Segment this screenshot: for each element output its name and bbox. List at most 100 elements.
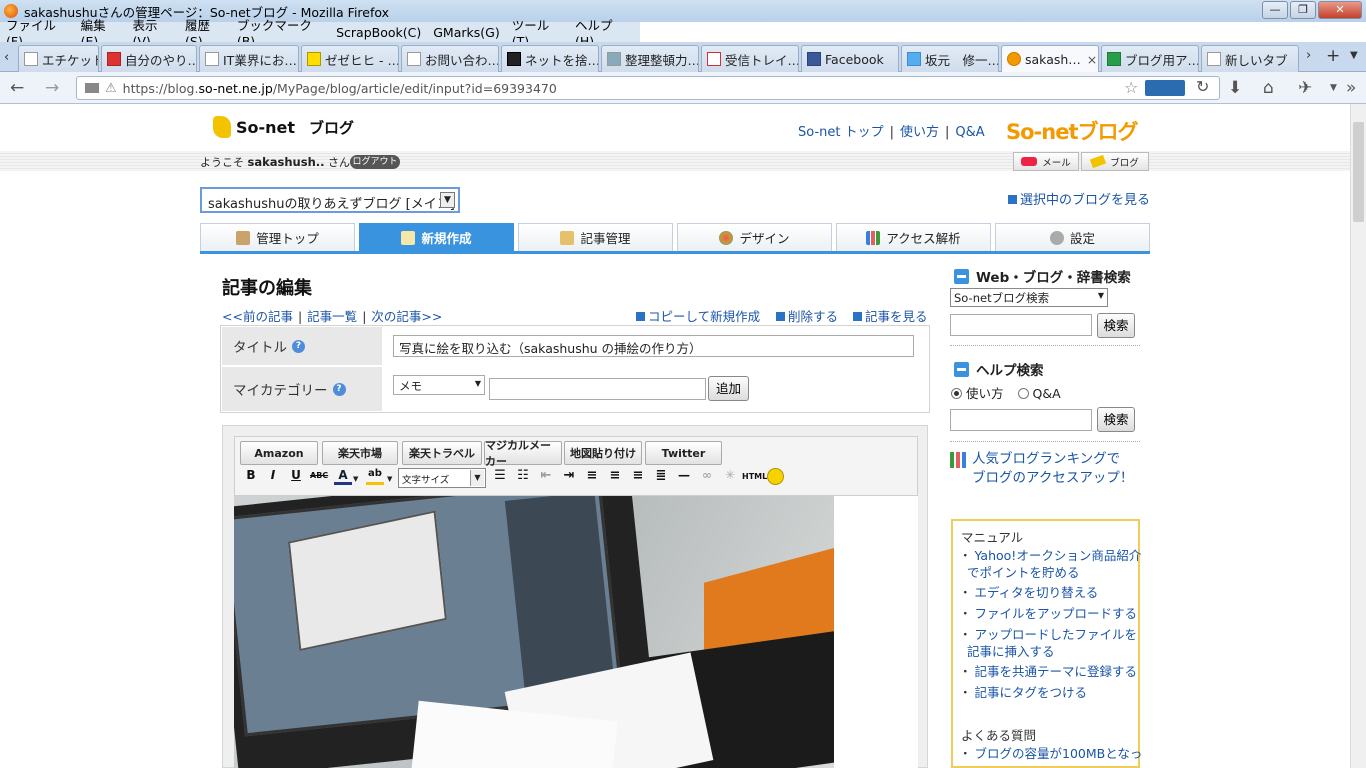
- tab-design[interactable]: デザイン: [677, 223, 832, 251]
- browser-tab[interactable]: 自分のやり…: [101, 45, 197, 72]
- inserted-photo[interactable]: [234, 496, 834, 768]
- bold-button[interactable]: B: [242, 468, 260, 482]
- link-icon[interactable]: ∞: [698, 468, 716, 482]
- manual-link[interactable]: ・ Yahoo!オークション商品紹介: [959, 547, 1141, 564]
- blog-button[interactable]: ブログ: [1081, 152, 1149, 171]
- italic-button[interactable]: I: [264, 468, 282, 482]
- horizontal-rule-icon[interactable]: —: [675, 468, 693, 482]
- new-category-input[interactable]: [489, 378, 706, 400]
- unlink-icon[interactable]: ✳: [721, 468, 739, 482]
- browser-tab[interactable]: エチケット…: [18, 45, 99, 72]
- bookmark-star-icon[interactable]: ☆: [1124, 78, 1138, 97]
- manual-link-cont[interactable]: でポイントを貯める: [967, 564, 1080, 581]
- browser-tab[interactable]: ブログ用ア…: [1101, 45, 1199, 72]
- more-icon[interactable]: »: [1346, 78, 1356, 98]
- browser-tab[interactable]: 坂元 修一…: [901, 45, 999, 72]
- strikethrough-button[interactable]: ABC: [310, 471, 328, 480]
- close-button[interactable]: ✕: [1318, 1, 1362, 19]
- scrollbar[interactable]: [1350, 104, 1366, 768]
- tab-analytics[interactable]: アクセス解析: [836, 223, 991, 251]
- minimize-button[interactable]: —: [1262, 1, 1288, 19]
- font-size-select[interactable]: 文字サイズ ▼: [398, 468, 486, 488]
- extension-icon[interactable]: ✈: [1298, 78, 1312, 98]
- tab-posts[interactable]: 記事管理: [518, 223, 673, 251]
- blog-select[interactable]: sakashushuの取りあえずブログ [メイン] ▼: [200, 187, 460, 213]
- manual-link[interactable]: ・エディタを切り替える: [959, 584, 1098, 601]
- collapse-icon[interactable]: [954, 268, 969, 284]
- collapse-icon[interactable]: [954, 361, 969, 377]
- home-icon[interactable]: ⌂: [1263, 78, 1274, 98]
- add-category-button[interactable]: 追加: [708, 376, 749, 401]
- amazon-button[interactable]: Amazon: [240, 441, 318, 465]
- map-paste-button[interactable]: 地図貼り付け: [564, 441, 642, 465]
- bullet-list-icon[interactable]: ☰: [491, 468, 509, 483]
- tab-settings[interactable]: 設定: [995, 223, 1150, 251]
- manual-link[interactable]: ・アップロードしたファイルを: [959, 626, 1137, 643]
- forward-icon[interactable]: →: [45, 78, 59, 98]
- align-left-icon[interactable]: ≡: [583, 468, 601, 483]
- prev-article-link[interactable]: <<前の記事: [222, 309, 293, 324]
- scrollbar-thumb[interactable]: [1353, 122, 1364, 222]
- browser-tab[interactable]: お問い合わ…: [401, 45, 499, 72]
- browser-tab[interactable]: IT業界にお…: [199, 45, 299, 72]
- howto-link[interactable]: 使い方: [900, 125, 939, 140]
- browser-tab[interactable]: ゼゼヒヒ - …: [301, 45, 399, 72]
- align-center-icon[interactable]: ≡: [606, 468, 624, 483]
- justify-icon[interactable]: ≣: [652, 468, 670, 483]
- tab-scroll-left-icon[interactable]: ‹: [4, 50, 9, 65]
- manual-link[interactable]: ・ファイルをアップロードする: [959, 605, 1137, 622]
- view-selected-blog-link[interactable]: 選択中のブログを見る: [1008, 189, 1150, 208]
- radio-qa[interactable]: Q&A: [1017, 386, 1061, 401]
- numbered-list-icon[interactable]: ☷: [514, 468, 532, 483]
- addon-icon[interactable]: [1145, 80, 1185, 96]
- copy-new-link[interactable]: コピーして新規作成: [636, 306, 760, 325]
- next-article-link[interactable]: 次の記事>>: [371, 309, 442, 324]
- tab-dashboard[interactable]: 管理トップ: [200, 223, 355, 251]
- manual-link[interactable]: ・記事にタグをつける: [959, 684, 1087, 701]
- tab-scroll-right-icon[interactable]: ›: [1306, 48, 1311, 63]
- title-input[interactable]: 写真に絵を取り込む（sakashushu の挿絵の作り方）: [393, 335, 914, 357]
- chevron-down-icon[interactable]: ▼: [387, 475, 392, 483]
- browser-tab[interactable]: Facebook: [801, 45, 899, 72]
- warning-icon[interactable]: ⚠: [105, 81, 117, 96]
- article-list-link[interactable]: 記事一覧: [307, 309, 357, 324]
- qa-link[interactable]: Q&A: [955, 125, 984, 140]
- outdent-icon[interactable]: ⇤: [537, 468, 555, 483]
- help-search-input[interactable]: [950, 409, 1092, 431]
- font-color-button[interactable]: A: [334, 468, 352, 485]
- radio-howto[interactable]: 使い方: [951, 386, 1004, 401]
- menu-gmarks[interactable]: GMarks(G): [433, 25, 499, 40]
- highlight-button[interactable]: ab: [366, 468, 384, 485]
- download-icon[interactable]: ⬇: [1228, 78, 1242, 98]
- underline-button[interactable]: U: [287, 468, 305, 482]
- browser-tab[interactable]: 整理整頓力…: [601, 45, 699, 72]
- help-icon[interactable]: ?: [292, 339, 305, 353]
- align-right-icon[interactable]: ≡: [629, 468, 647, 483]
- help-search-button[interactable]: 検索: [1097, 407, 1135, 432]
- close-tab-icon[interactable]: ×: [1087, 52, 1097, 67]
- logout-button[interactable]: ログアウト: [350, 155, 400, 169]
- reload-icon[interactable]: ↻: [1196, 77, 1209, 96]
- maximize-button[interactable]: ❐: [1290, 1, 1316, 19]
- smiley-icon[interactable]: [767, 468, 784, 485]
- page-info-icon[interactable]: [85, 83, 99, 93]
- browser-tab[interactable]: 新しいタブ: [1201, 45, 1299, 72]
- rakuten-ichiba-button[interactable]: 楽天市場: [322, 441, 398, 465]
- delete-link[interactable]: 削除する: [776, 306, 838, 325]
- indent-icon[interactable]: ⇥: [560, 468, 578, 483]
- category-select[interactable]: メモ ▼: [393, 375, 485, 395]
- url-bar[interactable]: ⚠ https://blog. so-net.ne.jp/MyPage/blog/…: [76, 76, 1220, 100]
- mail-button[interactable]: メール: [1013, 152, 1079, 171]
- rakuten-travel-button[interactable]: 楽天トラベル: [402, 441, 482, 465]
- magical-maker-button[interactable]: マジカルメーカー: [484, 439, 562, 468]
- menu-scrapbook[interactable]: ScrapBook(C): [336, 25, 421, 40]
- web-search-input[interactable]: [950, 314, 1092, 336]
- sonet-blog-brand[interactable]: So-netブログ: [1006, 116, 1138, 146]
- tab-list-icon[interactable]: ▼: [1350, 50, 1358, 61]
- new-tab-icon[interactable]: +: [1326, 46, 1340, 66]
- ranking-link[interactable]: 人気ブログランキングで ブログのアクセスアップ！: [950, 450, 1133, 488]
- menu-dropdown-icon[interactable]: ▼: [1330, 83, 1337, 93]
- back-icon[interactable]: ←: [10, 78, 24, 98]
- sonet-top-link[interactable]: So-net トップ: [798, 125, 884, 140]
- web-search-button[interactable]: 検索: [1097, 313, 1135, 338]
